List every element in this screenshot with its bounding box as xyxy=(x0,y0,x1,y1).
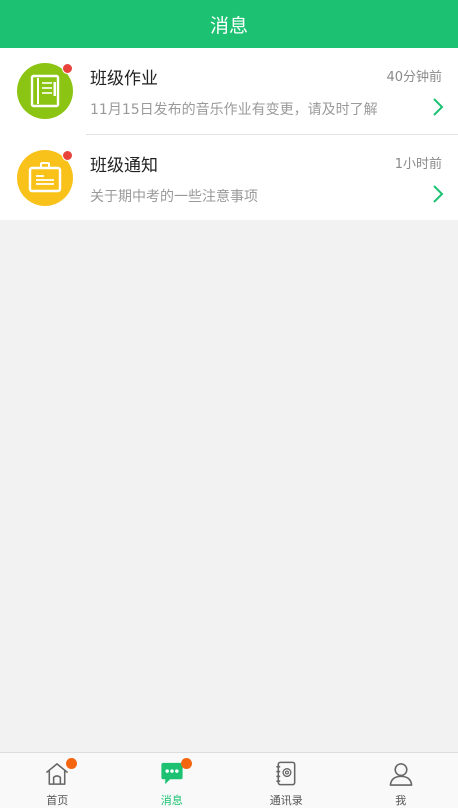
message-title: 班级通知 xyxy=(90,156,158,176)
message-preview: 关于期中考的一些注意事项 xyxy=(90,189,258,205)
message-time: 40分钟前 xyxy=(386,70,442,85)
chevron-right-icon xyxy=(433,185,444,203)
message-item-class-notice[interactable]: 班级通知 1小时前 关于期中考的一些注意事项 xyxy=(17,134,458,220)
page-title: 消息 xyxy=(209,14,248,37)
tab-label: 消息 xyxy=(160,794,183,807)
tab-messages[interactable]: 消息 xyxy=(115,753,230,808)
message-time: 1小时前 xyxy=(394,157,442,172)
message-list: 班级作业 40分钟前 11月15日发布的音乐作业有变更，请及时了解 班级通知 1… xyxy=(0,48,458,220)
tab-label: 我 xyxy=(395,794,407,807)
message-preview: 11月15日发布的音乐作业有变更，请及时了解 xyxy=(90,102,378,118)
contacts-book-icon xyxy=(276,761,296,786)
tab-contacts[interactable]: 通讯录 xyxy=(229,753,344,808)
tab-label: 首页 xyxy=(46,794,69,807)
message-title: 班级作业 xyxy=(90,69,158,89)
notification-badge xyxy=(66,758,77,769)
unread-dot xyxy=(62,150,73,161)
notification-badge xyxy=(180,758,192,769)
bottom-tab-bar: 首页 消息 通讯录 我 xyxy=(0,752,458,808)
unread-dot xyxy=(62,63,73,74)
chevron-right-icon xyxy=(433,98,444,116)
person-icon xyxy=(389,763,413,786)
top-nav-bar: 消息 xyxy=(0,0,458,48)
tab-me[interactable]: 我 xyxy=(344,753,458,808)
message-item-class-homework[interactable]: 班级作业 40分钟前 11月15日发布的音乐作业有变更，请及时了解 xyxy=(0,48,458,134)
tab-home[interactable]: 首页 xyxy=(0,753,115,808)
tab-label: 通讯录 xyxy=(269,794,303,807)
